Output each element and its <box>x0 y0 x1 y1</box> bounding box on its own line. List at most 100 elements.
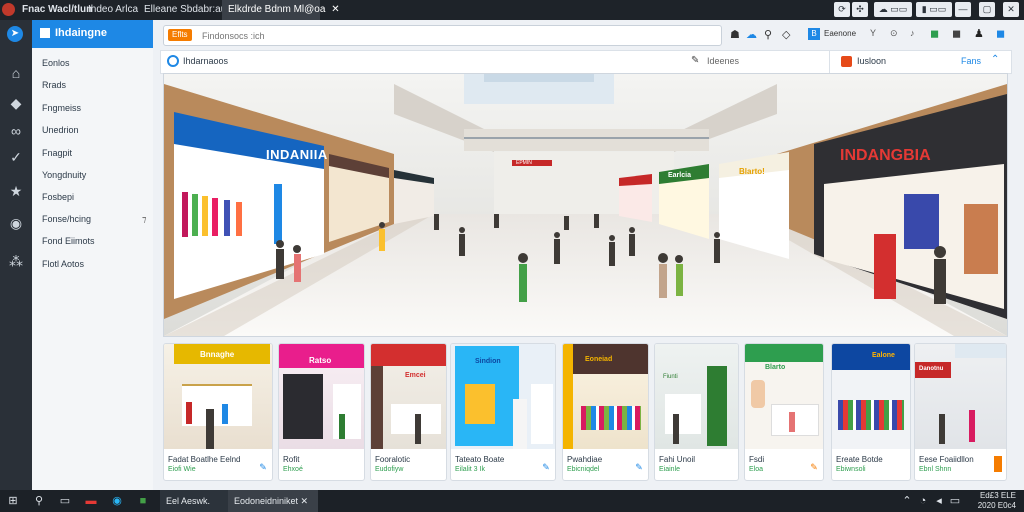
taskbar-task[interactable]: Eel Aeswk. <box>160 490 232 512</box>
card-title: Rofit <box>283 455 300 464</box>
taskbar: ⊞ ⚲ ▭ ▬ ◉ ■ Eel Aeswk. Eodoneidniniket ✕… <box>0 490 1024 512</box>
user-icon[interactable]: ♟ <box>974 27 984 40</box>
store-thumbnail: Eoneiad <box>563 344 648 449</box>
store-card[interactable]: Ealone Ereate Botde Ebiwnsoli <box>831 343 911 481</box>
thumbnail-sign: Emcei <box>405 372 426 379</box>
submenu-chevron-icon[interactable]: ⁊ <box>142 214 146 225</box>
mail-icon[interactable]: ▬ <box>84 494 98 508</box>
clock-time[interactable]: Ed£3 ELE <box>968 491 1016 500</box>
blue-app-icon[interactable]: ▮ ▭▭ <box>916 2 952 17</box>
mall-interior-illustration <box>164 74 1007 336</box>
battery-icon[interactable]: ▭ <box>948 494 962 508</box>
card-title: Ereate Botde <box>836 455 883 464</box>
pen-icon[interactable]: ✎ <box>691 55 699 66</box>
store-card[interactable]: Ratso Rofit Ehxoé <box>278 343 365 481</box>
star-icon[interactable]: ★ <box>7 182 25 200</box>
volume-icon[interactable]: ◂ <box>932 494 946 508</box>
tag-icon[interactable]: ◆ <box>7 94 25 112</box>
clock-date[interactable]: 2020 E0c4 <box>968 501 1016 510</box>
green-app-icon[interactable]: ◼ <box>930 27 939 40</box>
tag-outline-icon[interactable]: ◇ <box>782 28 790 41</box>
browser-tab[interactable]: Ihdeo Arlca <box>82 0 144 20</box>
card-price: Ebiwnsoli <box>836 466 866 473</box>
sidebar-item[interactable]: Yongdnuity <box>42 170 86 180</box>
store-card[interactable]: Fiunti Fahi Unoil Eiainle <box>654 343 739 481</box>
sidebar-item[interactable]: Eonlos <box>42 58 70 68</box>
center-label[interactable]: Ideenes <box>707 56 739 66</box>
store-thumbnail: Fiunti <box>655 344 738 449</box>
store-card[interactable]: Emcei Fooralotic Eudofiyw <box>370 343 447 481</box>
app-icon[interactable]: B <box>808 28 820 40</box>
sidebar-item[interactable]: Unedrion <box>42 125 79 135</box>
thumbnail-sign: Danotnu <box>919 366 944 372</box>
edit-icon[interactable]: ✎ <box>634 462 644 472</box>
bookmark-icon[interactable] <box>994 456 1002 472</box>
link-icon[interactable]: ∞ <box>7 122 25 140</box>
check-icon[interactable]: ✓ <box>7 148 25 166</box>
card-price: Eilalit 3 Ik <box>455 466 485 473</box>
weather-icon[interactable]: ☁ ▭▭ <box>874 2 912 17</box>
browser-icon[interactable]: ◉ <box>110 494 124 508</box>
sidebar-item[interactable]: Fond Eiimots <box>42 236 95 246</box>
store-sign-small: Earlcia <box>668 172 691 179</box>
puzzle-icon[interactable]: ✣ <box>852 2 868 17</box>
sidebar-item[interactable]: Fngmeiss <box>42 103 81 113</box>
cloud-icon[interactable]: ☁ <box>746 28 757 41</box>
sidebar-header: Ihdaingne <box>32 20 153 48</box>
store-sign-right: INDANGBIA <box>840 147 931 164</box>
chevron-up-icon[interactable]: ⌃ <box>900 494 914 508</box>
sidebar-item[interactable]: Fonse/hcing <box>42 214 91 224</box>
green-app-icon[interactable]: ■ <box>136 494 150 508</box>
search-bar[interactable]: Eflts <box>163 25 722 46</box>
sidebar-item[interactable]: Flotl Aotos <box>42 259 84 269</box>
taskbar-task-active[interactable]: Eodoneidniniket ✕ <box>228 490 318 512</box>
thumbnail-sign: Bnnaghe <box>200 350 235 359</box>
chat-icon[interactable]: ◉ <box>7 214 25 232</box>
taskview-icon[interactable]: ▭ <box>58 494 72 508</box>
store-icon[interactable]: ⌂ <box>7 64 25 82</box>
filter-icon[interactable]: ⚲ <box>764 28 772 41</box>
store-card[interactable]: Bnnaghe Fadat Boatlhe Eelnd Eiofi Wie ✎ <box>163 343 273 481</box>
sidebar-item[interactable]: Rrads <box>42 80 66 90</box>
start-icon[interactable]: ⊞ <box>6 494 20 508</box>
store-card[interactable]: Danotnu Eese Foaiidllon Ebnl Shnn <box>914 343 1007 481</box>
card-title: Fsdi <box>749 455 765 464</box>
toolbar-label[interactable]: Eaenone <box>824 29 856 38</box>
thumbnail-sign: Eoneiad <box>585 356 613 363</box>
sidebar-item[interactable]: Fnagpit <box>42 148 72 158</box>
compass-icon[interactable]: ➤ <box>7 26 23 42</box>
sync-icon[interactable]: ⟳ <box>834 2 850 17</box>
browser-tab-active[interactable]: Elkdrde Bdnm Ml@oa ✕ <box>222 0 340 20</box>
close-tab-icon[interactable]: ✕ <box>331 4 339 15</box>
grid-icon[interactable]: ⁂ <box>7 252 25 270</box>
network-icon[interactable]: ◔ <box>916 494 930 508</box>
center-sign: EPMIN <box>516 160 532 166</box>
minimize-icon[interactable]: — <box>955 2 971 17</box>
store-card[interactable]: Blarto Fsdi Eloa ✎ <box>744 343 824 481</box>
pin-icon[interactable]: ☗ <box>730 28 740 41</box>
dark-app-icon[interactable]: ◼ <box>952 27 961 40</box>
card-price: Eiainle <box>659 466 681 473</box>
store-card[interactable]: Sindion Tateato Boate Eilalit 3 Ik ✎ <box>450 343 556 481</box>
store-card[interactable]: Eoneiad Pwahdiae Ebicniqdel ✎ <box>562 343 649 481</box>
music-icon[interactable]: ♪ <box>910 28 915 38</box>
search-input[interactable] <box>200 27 704 44</box>
blue-square-icon[interactable]: ◼ <box>996 27 1005 40</box>
link-label[interactable]: Fans <box>961 56 981 66</box>
clock-icon[interactable]: ⊙ <box>890 28 898 39</box>
close-icon[interactable]: ✕ <box>1003 2 1019 17</box>
sidebar-title: Ihdaingne <box>55 27 107 39</box>
app-logo-icon <box>2 3 15 16</box>
edit-icon[interactable]: ✎ <box>809 462 819 472</box>
filter-y-icon[interactable]: Y <box>870 28 876 38</box>
sidebar-item[interactable]: Fosbepi <box>42 192 74 202</box>
edit-icon[interactable]: ✎ <box>541 462 551 472</box>
card-title: Fooralotic <box>375 455 411 464</box>
chevron-up-icon[interactable]: ⌃ <box>991 54 999 65</box>
search-icon[interactable]: ⚲ <box>32 494 46 508</box>
hero-image: INDANIIA INDANGBIA Earlcia Blarto! EPMIN <box>163 73 1008 337</box>
toolbar-right: ☗ ☁ ⚲ ◇ B Eaenone Y ⊙ ♪ ◼ ◼ ♟ ◼ <box>728 26 1018 44</box>
card-title: Eese Foaiidllon <box>919 455 974 464</box>
edit-icon[interactable]: ✎ <box>258 462 268 472</box>
maximize-icon[interactable]: ▢ <box>979 2 995 17</box>
